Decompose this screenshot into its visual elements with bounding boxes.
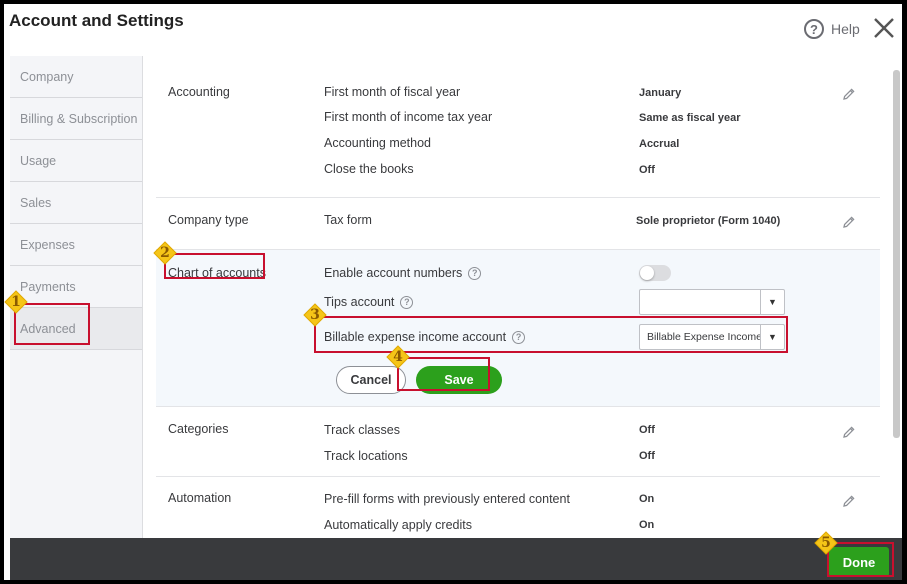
step-badge: 3: [303, 303, 327, 327]
row-label: Accounting method: [324, 136, 432, 150]
account-numbers-toggle[interactable]: [639, 265, 671, 281]
cancel-button[interactable]: Cancel: [336, 366, 406, 394]
row-value: January: [639, 87, 682, 99]
highlight-save: [397, 357, 490, 391]
help-button[interactable]: ? Help: [804, 19, 860, 39]
row-label: Pre-fill forms with previously entered c…: [324, 492, 570, 506]
close-icon[interactable]: [872, 16, 896, 40]
pencil-icon[interactable]: [842, 425, 856, 439]
sidebar-item-usage[interactable]: Usage: [10, 140, 142, 182]
tips-account-value: [640, 290, 760, 314]
pencil-icon[interactable]: [842, 215, 856, 229]
pencil-icon[interactable]: [842, 494, 856, 508]
row-label: Close the books: [324, 162, 414, 176]
row-value: Off: [639, 424, 655, 436]
section-title: Categories: [168, 422, 229, 436]
section-title: Automation: [168, 491, 232, 505]
row-value: Off: [639, 450, 655, 462]
step-badge: 1: [4, 290, 28, 314]
step-badge: 4: [386, 345, 410, 369]
scrollbar[interactable]: [893, 70, 900, 438]
sidebar-item-sales[interactable]: Sales: [10, 182, 142, 224]
row-value: Same as fiscal year: [639, 112, 741, 124]
help-label: Help: [831, 21, 860, 37]
help-icon: ?: [804, 19, 824, 39]
row-label: Tax form: [324, 213, 372, 227]
row-label: Track locations: [324, 449, 408, 463]
toggle-knob: [640, 266, 654, 280]
row-label: Track classes: [324, 423, 400, 437]
accounting-section[interactable]: Accounting First month of fiscal year Ja…: [156, 56, 880, 198]
step-badge: 5: [814, 531, 838, 555]
section-title: Accounting: [168, 85, 230, 99]
row-value: Sole proprietor (Form 1040): [636, 215, 781, 227]
sidebar-item-payments[interactable]: Payments: [10, 266, 142, 308]
automation-section[interactable]: Automation Pre-fill forms with previousl…: [156, 477, 880, 538]
categories-section[interactable]: Categories Track classes Off Track locat…: [156, 407, 880, 477]
settings-sidebar: Company Billing & Subscription Usage Sal…: [10, 56, 143, 538]
row-label: First month of fiscal year: [324, 85, 461, 99]
tips-account-select[interactable]: ▼: [639, 289, 785, 315]
row-value: Off: [639, 164, 655, 176]
dialog-title: Account and Settings: [9, 11, 184, 30]
row-value: Accrual: [639, 138, 680, 150]
row-value: On: [639, 519, 655, 531]
enable-account-numbers-label: Enable account numbers ?: [324, 266, 482, 280]
section-title: Company type: [168, 213, 249, 227]
row-value: On: [639, 493, 655, 505]
highlight-chart-of-accounts: [164, 253, 265, 279]
sidebar-item-billing[interactable]: Billing & Subscription: [10, 98, 142, 140]
row-label: First month of income tax year: [324, 110, 493, 124]
pencil-icon[interactable]: [842, 87, 856, 101]
tips-account-label: Tips account ?: [324, 295, 414, 309]
settings-content: Accounting First month of fiscal year Ja…: [144, 56, 892, 538]
dropdown-arrow-icon[interactable]: ▼: [760, 290, 784, 314]
company-type-section[interactable]: Company type Tax form Sole proprietor (F…: [156, 198, 880, 250]
dialog-footer: [10, 538, 902, 580]
info-icon[interactable]: ?: [468, 266, 482, 280]
info-icon[interactable]: ?: [400, 295, 414, 309]
step-badge: 2: [153, 241, 177, 265]
settings-dialog: Account and Settings ? Help Company Bill…: [4, 4, 902, 580]
sidebar-item-expenses[interactable]: Expenses: [10, 224, 142, 266]
row-label: Automatically apply credits: [324, 518, 472, 532]
sidebar-item-company[interactable]: Company: [10, 56, 142, 98]
